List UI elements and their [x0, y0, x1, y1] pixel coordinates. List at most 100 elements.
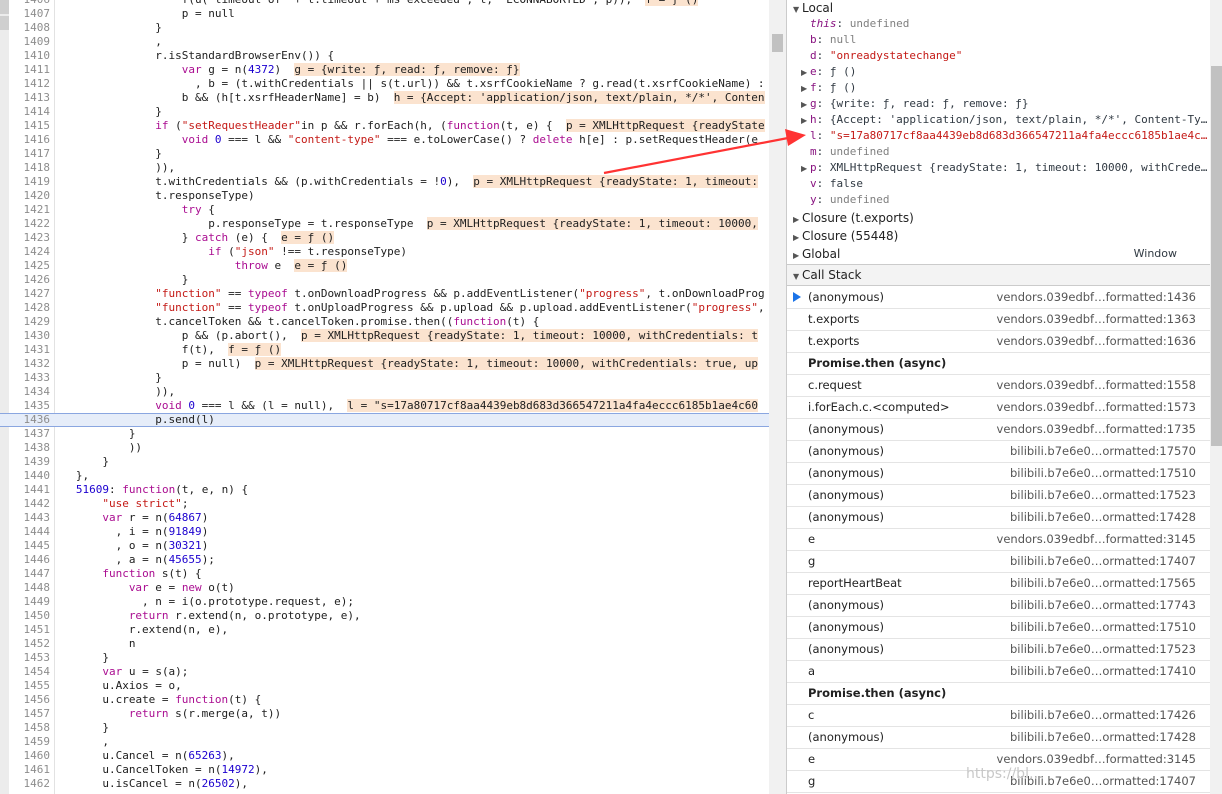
code-line[interactable]: 1414} — [0, 105, 769, 119]
line-number[interactable]: 1462 — [9, 777, 51, 791]
call-frame[interactable]: (anonymous) bilibili.b7e6e0…ormatted:1752… — [787, 484, 1210, 507]
line-number[interactable]: 1441 — [9, 483, 51, 497]
frame-location-link[interactable]: vendors.039edbf…formatted:1735 — [997, 418, 1196, 440]
code-line[interactable]: 1457 return s(r.merge(a, t)) — [0, 707, 769, 721]
line-number[interactable]: 1425 — [9, 259, 51, 273]
line-number[interactable]: 1418 — [9, 161, 51, 175]
frame-location-link[interactable]: vendors.039edbf…formatted:1436 — [997, 286, 1196, 308]
frame-location-link[interactable]: bilibili.b7e6e0…ormatted:17523 — [1010, 638, 1196, 660]
call-frame[interactable]: (anonymous) bilibili.b7e6e0…ormatted:1757… — [787, 440, 1210, 463]
line-number[interactable]: 1438 — [9, 441, 51, 455]
code-line[interactable]: 1434)), — [0, 385, 769, 399]
frame-location-link[interactable]: bilibili.b7e6e0…ormatted:17565 — [1010, 572, 1196, 594]
scope-closure[interactable]: ▶ Closure (t.exports) — [793, 210, 914, 226]
line-number[interactable]: 1429 — [9, 315, 51, 329]
code-line[interactable]: 1427 "function" == typeof t.onDownloadPro… — [0, 287, 769, 301]
code-line[interactable]: 1461 u.CancelToken = n(14972), — [0, 763, 769, 777]
call-frame[interactable]: a bilibili.b7e6e0…ormatted:17410 — [787, 660, 1210, 683]
scope-variable-this[interactable]: this: undefined — [801, 16, 909, 32]
frame-location-link[interactable]: vendors.039edbf…formatted:1558 — [997, 374, 1196, 396]
line-number[interactable]: 1442 — [9, 497, 51, 511]
line-number[interactable]: 1406 — [9, 0, 51, 7]
code-line[interactable]: 1418)), — [0, 161, 769, 175]
line-number[interactable]: 1419 — [9, 175, 51, 189]
scope-variable-m[interactable]: m: undefined — [801, 144, 889, 160]
line-number[interactable]: 1454 — [9, 665, 51, 679]
code-line[interactable]: 1412 , b = (t.withCredentials || s(t.url)… — [0, 77, 769, 91]
code-line[interactable]: 1433} — [0, 371, 769, 385]
call-frame[interactable]: (anonymous) bilibili.b7e6e0…ormatted:1751… — [787, 616, 1210, 639]
code-line[interactable]: 1421 try { — [0, 203, 769, 217]
code-line[interactable]: 1451 r.extend(n, e), — [0, 623, 769, 637]
line-number[interactable]: 1417 — [9, 147, 51, 161]
code-line[interactable]: 1438)) — [0, 441, 769, 455]
line-number[interactable]: 1407 — [9, 7, 51, 21]
call-frame[interactable]: (anonymous) vendors.039edbf…formatted:173… — [787, 418, 1210, 441]
scope-variable-v[interactable]: v: false — [801, 176, 863, 192]
line-number[interactable]: 1420 — [9, 189, 51, 203]
line-number[interactable]: 1448 — [9, 581, 51, 595]
code-line[interactable]: 1417} — [0, 147, 769, 161]
frame-location-link[interactable]: vendors.039edbf…formatted:1573 — [997, 396, 1196, 418]
call-frame[interactable]: (anonymous) bilibili.b7e6e0…ormatted:1751… — [787, 462, 1210, 485]
code-line[interactable]: 1448 var e = new o(t) — [0, 581, 769, 595]
frame-location-link[interactable]: bilibili.b7e6e0…ormatted:17570 — [1010, 440, 1196, 462]
call-frame[interactable]: (anonymous) bilibili.b7e6e0…ormatted:1742… — [787, 726, 1210, 749]
call-frame[interactable]: t.exports vendors.039edbf…formatted:1363 — [787, 308, 1210, 331]
editor-scrollbar[interactable] — [769, 0, 786, 794]
line-number[interactable]: 1411 — [9, 63, 51, 77]
line-number[interactable]: 1428 — [9, 301, 51, 315]
code-line[interactable]: 1422 p.responseType = t.responseType p = … — [0, 217, 769, 231]
frame-location-link[interactable]: vendors.039edbf…formatted:1636 — [997, 330, 1196, 352]
line-number[interactable]: 1421 — [9, 203, 51, 217]
scope-variable-d[interactable]: d: "onreadystatechange" — [801, 48, 962, 64]
code-line[interactable]: 1430 p && (p.abort(), p = XMLHttpRequest … — [0, 329, 769, 343]
sidebar-scrollbar-thumb[interactable] — [1211, 66, 1222, 446]
editor-scrollbar-thumb[interactable] — [772, 34, 783, 52]
scope-variable-y[interactable]: y: undefined — [801, 192, 889, 208]
call-frame[interactable]: (anonymous) bilibili.b7e6e0…ormatted:1742… — [787, 506, 1210, 529]
code-line[interactable]: 1419 t.withCredentials && (p.withCredenti… — [0, 175, 769, 189]
call-frame[interactable]: e vendors.039edbf…formatted:3145 — [787, 528, 1210, 551]
code-line[interactable]: 1423} catch (e) { e = ƒ () — [0, 231, 769, 245]
line-number[interactable]: 1445 — [9, 539, 51, 553]
code-line[interactable]: 1450 return r.extend(n, o.prototype, e), — [0, 609, 769, 623]
line-number[interactable]: 1416 — [9, 133, 51, 147]
frame-location-link[interactable]: vendors.039edbf…formatted:3145 — [997, 528, 1196, 550]
code-line[interactable]: 1437} — [0, 427, 769, 441]
call-frame[interactable]: (anonymous) bilibili.b7e6e0…ormatted:1752… — [787, 638, 1210, 661]
code-line[interactable]: 1452 n — [0, 637, 769, 651]
line-number[interactable]: 1439 — [9, 455, 51, 469]
code-line[interactable]: 1447 function s(t) { — [0, 567, 769, 581]
call-stack-header[interactable]: ▼ Call Stack — [787, 264, 1210, 286]
frame-location-link[interactable]: vendors.039edbf…formatted:1363 — [997, 308, 1196, 330]
line-number[interactable]: 1434 — [9, 385, 51, 399]
line-number[interactable]: 1422 — [9, 217, 51, 231]
code-line[interactable]: 1429 t.cancelToken && t.cancelToken.promi… — [0, 315, 769, 329]
code-line-current[interactable]: 1436 p.send(l) — [0, 413, 769, 427]
code-line[interactable]: 1425 throw e e = ƒ () — [0, 259, 769, 273]
line-number[interactable]: 1433 — [9, 371, 51, 385]
code-line[interactable]: 1460 u.Cancel = n(65263), — [0, 749, 769, 763]
frame-location-link[interactable]: bilibili.b7e6e0…ormatted:17407 — [1010, 550, 1196, 572]
code-line[interactable]: 1444 , i = n(91849) — [0, 525, 769, 539]
code-line[interactable]: 1431 f(t), f = ƒ () — [0, 343, 769, 357]
line-number[interactable]: 1450 — [9, 609, 51, 623]
line-number[interactable]: 1414 — [9, 105, 51, 119]
line-number[interactable]: 1457 — [9, 707, 51, 721]
frame-location-link[interactable]: bilibili.b7e6e0…ormatted:17510 — [1010, 462, 1196, 484]
call-frame[interactable]: (anonymous) bilibili.b7e6e0…ormatted:1774… — [787, 594, 1210, 617]
frame-location-link[interactable]: bilibili.b7e6e0…ormatted:17510 — [1010, 616, 1196, 638]
line-number[interactable]: 1426 — [9, 273, 51, 287]
code-line[interactable]: 1410 r.isStandardBrowserEnv()) { — [0, 49, 769, 63]
line-number[interactable]: 1447 — [9, 567, 51, 581]
code-line[interactable]: 1426} — [0, 273, 769, 287]
code-line[interactable]: 1443 var r = n(64867) — [0, 511, 769, 525]
code-line[interactable]: 1442 "use strict"; — [0, 497, 769, 511]
code-line[interactable]: 1406 f(u( timeout of + t.timeout + ms exc… — [0, 0, 769, 7]
line-number[interactable]: 1431 — [9, 343, 51, 357]
code-line[interactable]: 1459, — [0, 735, 769, 749]
call-frame[interactable]: i.forEach.c.<computed> vendors.039edbf…fo… — [787, 396, 1210, 419]
line-number[interactable]: 1459 — [9, 735, 51, 749]
line-number[interactable]: 1435 — [9, 399, 51, 413]
